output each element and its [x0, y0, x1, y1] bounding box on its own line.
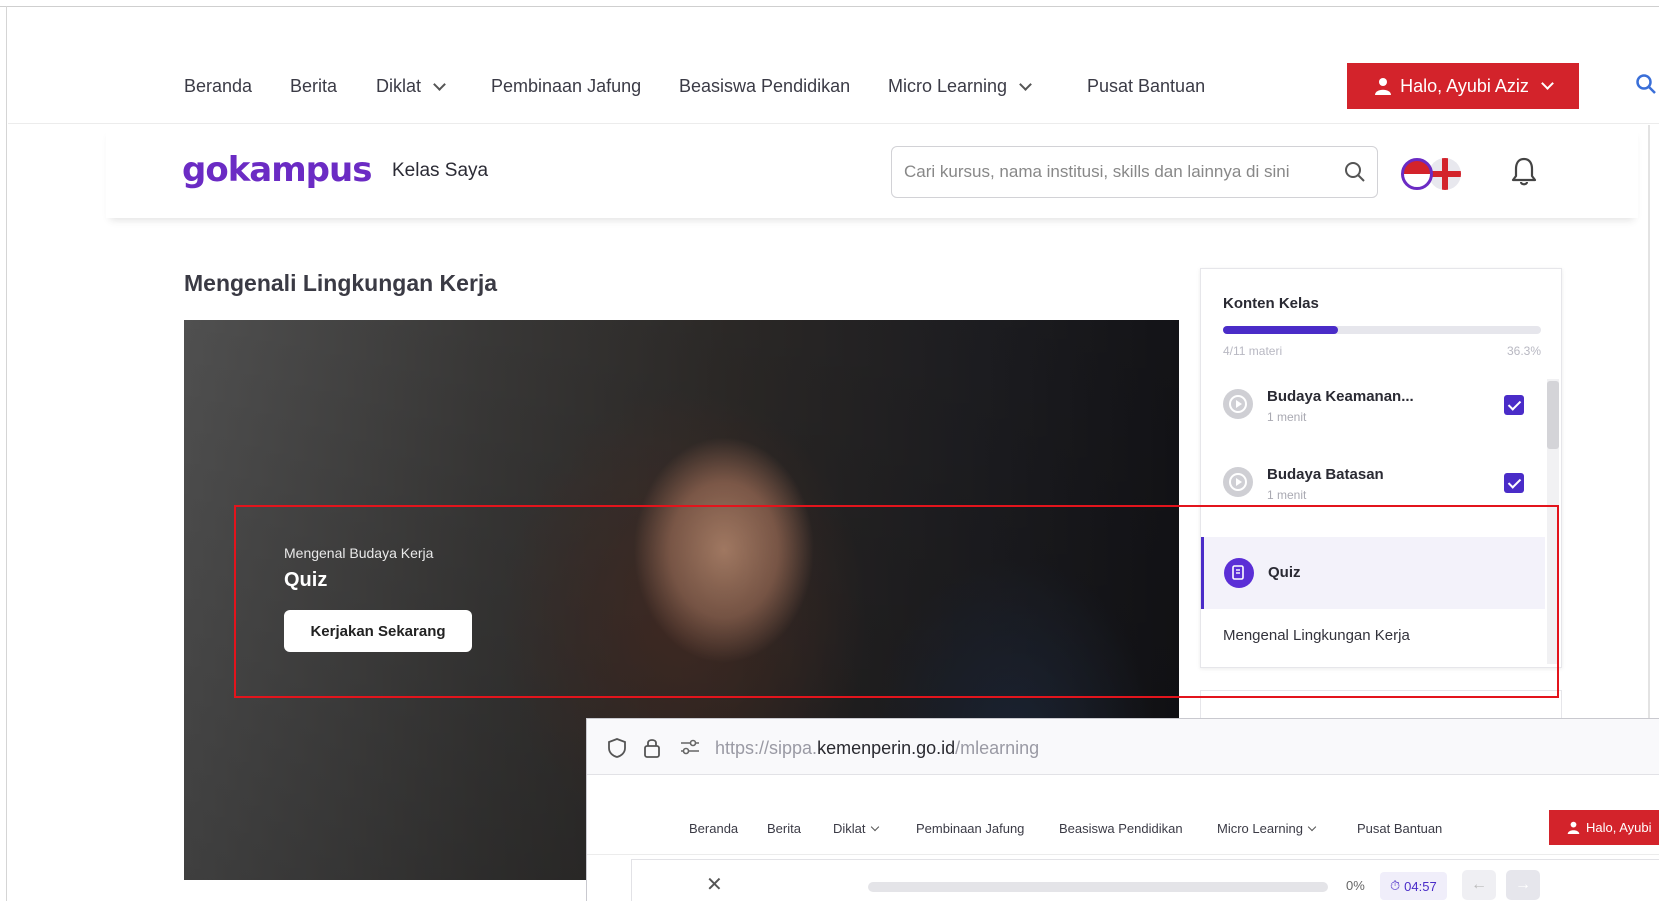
- url-text[interactable]: https://sippa.kemenperin.go.id/mlearning: [715, 738, 1039, 759]
- nav-berita[interactable]: Berita: [290, 76, 337, 97]
- chevron-down-icon: [433, 77, 446, 91]
- panel-title: Konten Kelas: [1223, 295, 1319, 312]
- nav-beranda[interactable]: Beranda: [184, 76, 252, 97]
- nav-pembinaan-jafung[interactable]: Pembinaan Jafung: [491, 76, 641, 97]
- completed-checkbox[interactable]: [1504, 395, 1524, 415]
- quiz-prompt: Mengenal Budaya Kerja Quiz Kerjakan Seka…: [284, 545, 472, 652]
- uk-flag-icon[interactable]: [1429, 158, 1461, 190]
- course-content-panel: Konten Kelas 4/11 materi 36.3% Budaya Ke…: [1200, 268, 1562, 668]
- next-arrow-icon[interactable]: →: [1506, 870, 1540, 900]
- nav-diklat[interactable]: Diklat: [376, 76, 446, 97]
- overlay-browser-window: https://sippa.kemenperin.go.id/mlearning…: [586, 718, 1659, 901]
- shield-icon[interactable]: [607, 737, 627, 764]
- secondary-panel: [1200, 690, 1562, 720]
- top-navigation: Beranda Berita Diklat Pembinaan Jafung B…: [8, 46, 1659, 124]
- search-icon[interactable]: [1343, 160, 1367, 189]
- kelas-saya-link[interactable]: Kelas Saya: [392, 160, 488, 182]
- panel-scrollbar-thumb[interactable]: [1547, 381, 1559, 449]
- page-title: Mengenali Lingkungan Kerja: [184, 270, 498, 296]
- chevron-down-icon: [1541, 77, 1554, 90]
- lock-icon[interactable]: [643, 737, 661, 764]
- time-remaining: ⏱ 04:57: [1380, 872, 1447, 900]
- window-left-border: [6, 6, 7, 901]
- nav-diklat[interactable]: Diklat: [833, 821, 879, 836]
- nav-micro-learning[interactable]: Micro Learning: [1217, 821, 1317, 836]
- timer-icon: ⏱: [1390, 878, 1401, 893]
- lesson-title: Budaya Keamanan...: [1267, 388, 1414, 405]
- quiz-title: Quiz: [284, 569, 328, 591]
- gokampus-logo[interactable]: gokampus: [182, 150, 372, 190]
- lesson-duration: 1 menit: [1267, 410, 1307, 424]
- nav-beranda[interactable]: Beranda: [689, 821, 738, 836]
- quiz-item-active[interactable]: Quiz: [1201, 537, 1545, 609]
- chevron-down-icon: [1019, 77, 1032, 91]
- lesson-duration: 1 menit: [1267, 488, 1307, 502]
- chevron-down-icon: [870, 822, 879, 832]
- user-menu-button[interactable]: Halo, Ayubi Aziz: [1347, 63, 1579, 109]
- nav-pusat-bantuan[interactable]: Pusat Bantuan: [1357, 821, 1442, 836]
- nav-pembinaan-jafung[interactable]: Pembinaan Jafung: [916, 821, 1024, 836]
- user-icon: [1567, 821, 1580, 834]
- lesson-progress-track: [868, 882, 1328, 892]
- quiz-subtitle: Mengenal Budaya Kerja: [284, 545, 434, 561]
- language-switcher[interactable]: [1401, 158, 1461, 190]
- progress-fill: [1223, 326, 1339, 334]
- quiz-icon: [1224, 558, 1254, 588]
- progress-percent: 36.3%: [1506, 344, 1541, 358]
- quiz-item-label: Quiz: [1268, 564, 1301, 581]
- lesson-item[interactable]: Budaya Keamanan... 1 menit: [1201, 374, 1545, 444]
- lesson-player-bar: ✕ 0% ⏱ 04:57 ← →: [631, 859, 1659, 901]
- play-icon: [1223, 467, 1253, 497]
- user-icon: [1375, 78, 1392, 95]
- close-icon[interactable]: ✕: [706, 872, 723, 897]
- nav-beasiswa-pendidikan[interactable]: Beasiswa Pendidikan: [1059, 821, 1183, 836]
- window-top-border: [0, 6, 1659, 7]
- indonesia-flag-icon[interactable]: [1401, 158, 1433, 190]
- course-search-field: [891, 146, 1378, 198]
- chevron-down-icon: [1307, 822, 1317, 832]
- progress-count: 4/11 materi: [1223, 344, 1283, 358]
- user-menu-button[interactable]: Halo, Ayubi: [1549, 810, 1659, 845]
- nav-berita[interactable]: Berita: [767, 821, 801, 836]
- permissions-icon[interactable]: [679, 737, 701, 762]
- lesson-progress-percent: 0%: [1346, 878, 1365, 893]
- section-title[interactable]: Mengenal Lingkungan Kerja: [1223, 627, 1410, 644]
- course-progress-bar: [1223, 326, 1541, 334]
- nav-beasiswa-pendidikan[interactable]: Beasiswa Pendidikan: [679, 76, 850, 97]
- completed-checkbox[interactable]: [1504, 473, 1524, 493]
- play-icon: [1223, 389, 1253, 419]
- start-quiz-button[interactable]: Kerjakan Sekarang: [284, 610, 472, 652]
- nav-pusat-bantuan[interactable]: Pusat Bantuan: [1087, 76, 1205, 97]
- nav-micro-learning[interactable]: Micro Learning: [888, 76, 1032, 97]
- notification-bell-icon[interactable]: [1511, 156, 1537, 191]
- search-input[interactable]: [904, 162, 1344, 182]
- site-header: gokampus Kelas Saya: [106, 126, 1638, 218]
- lesson-item[interactable]: Budaya Batasan 1 menit: [1201, 452, 1545, 522]
- divider: [587, 854, 1659, 855]
- previous-arrow-icon[interactable]: ←: [1462, 870, 1496, 900]
- address-bar[interactable]: https://sippa.kemenperin.go.id/mlearning: [587, 719, 1659, 775]
- search-icon[interactable]: [1635, 73, 1657, 100]
- lesson-title: Budaya Batasan: [1267, 466, 1384, 483]
